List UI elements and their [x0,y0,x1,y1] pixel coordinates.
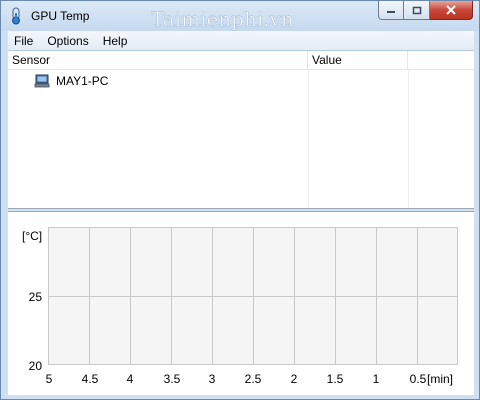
x-tick-label: 3.5 [163,372,181,386]
x-tick-label: 0.5 [409,372,427,386]
x-tick-label: 2 [290,372,298,386]
list-header: Sensor Value [8,51,474,70]
node-label: MAY1-PC [56,74,109,88]
x-tick-label: 4.5 [81,372,99,386]
minimize-icon [387,11,395,13]
temperature-graph: [°C] 25 20 5 4.5 4 3.5 3 2.5 2 1.5 1 0.5… [8,211,474,395]
window-title: GPU Temp [31,9,90,23]
thermometer-icon [12,7,20,25]
x-tick-label: 1.5 [326,372,344,386]
caption-buttons [378,1,473,20]
column-divider [408,69,409,208]
x-tick-label: 4 [126,372,134,386]
y-tick-label: 25 [28,290,42,304]
close-icon [446,5,456,15]
column-header-filler [408,51,474,69]
x-tick-label: 1 [372,372,380,386]
menu-file[interactable]: File [8,34,40,48]
tree-node-computer[interactable]: MAY1-PC [34,73,108,89]
x-tick-label: 2.5 [244,372,262,386]
app-window: GPU Temp Taimienphi.vn File Options Help… [0,0,480,400]
x-tick-label: 3 [208,372,216,386]
maximize-button[interactable] [404,1,430,20]
menu-options[interactable]: Options [40,34,95,48]
y-tick-label: 20 [28,359,42,373]
svg-text:Taimienphi.vn: Taimienphi.vn [151,7,294,31]
menu-help[interactable]: Help [96,34,135,48]
close-button[interactable] [430,1,473,20]
column-divider [308,69,309,208]
x-tick-label: 5 [45,372,53,386]
computer-icon [34,74,50,88]
x-axis-unit: [min] [427,372,454,386]
title-bar[interactable]: GPU Temp Taimienphi.vn [1,1,479,31]
watermark-logo: Taimienphi.vn [151,7,294,31]
column-header-sensor[interactable]: Sensor [8,51,308,69]
maximize-icon [412,6,421,14]
y-axis-unit: [°C] [22,229,43,243]
menu-bar: File Options Help [8,31,474,51]
column-header-value[interactable]: Value [308,51,408,69]
minimize-button[interactable] [378,1,404,20]
sensor-list[interactable]: Sensor Value MAY1-PC [8,51,474,209]
plot-area [48,227,458,365]
